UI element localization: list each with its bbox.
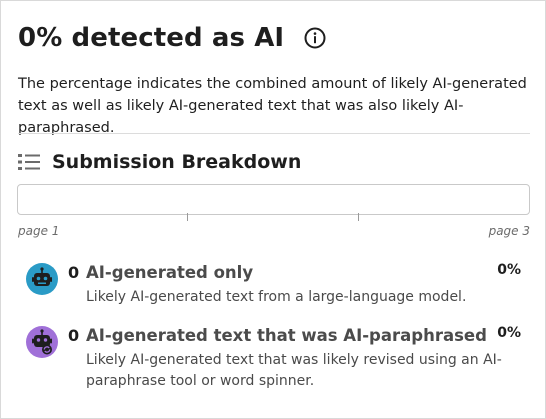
page-tick <box>187 213 188 221</box>
robot-icon <box>26 263 58 295</box>
ai-generated-only-row: 0 AI-generated only Likely AI-generated … <box>26 262 526 308</box>
robot-paraphrase-icon <box>26 326 58 358</box>
section-title: Submission Breakdown <box>52 151 302 173</box>
item-percent: 0% <box>497 325 521 341</box>
item-count: 0 <box>68 326 80 345</box>
breakdown-header: Submission Breakdown <box>18 151 301 173</box>
item-count: 0 <box>68 263 80 282</box>
divider <box>18 133 530 134</box>
info-circle-icon[interactable] <box>304 27 326 49</box>
ai-detection-panel: 0% detected as AI The percentage indicat… <box>0 0 546 419</box>
list-icon <box>18 153 40 171</box>
ai-paraphrased-row: 0 AI-generated text that was AI-paraphra… <box>26 325 526 396</box>
item-title: AI-generated text that was AI-paraphrase… <box>86 326 487 345</box>
detection-description: The percentage indicates the combined am… <box>18 76 527 136</box>
item-description: Likely AI-generated text that was likely… <box>86 352 502 389</box>
page-end-label: page 3 <box>488 224 530 238</box>
page-start-label: page 1 <box>18 224 60 238</box>
item-description: Likely AI-generated text from a large-la… <box>86 289 467 305</box>
item-title: AI-generated only <box>86 263 254 282</box>
submission-page-bar[interactable] <box>17 184 530 215</box>
page-tick <box>358 213 359 221</box>
item-percent: 0% <box>497 262 521 278</box>
page-title: 0% detected as AI <box>18 23 285 53</box>
title-row: 0% detected as AI <box>18 23 326 53</box>
